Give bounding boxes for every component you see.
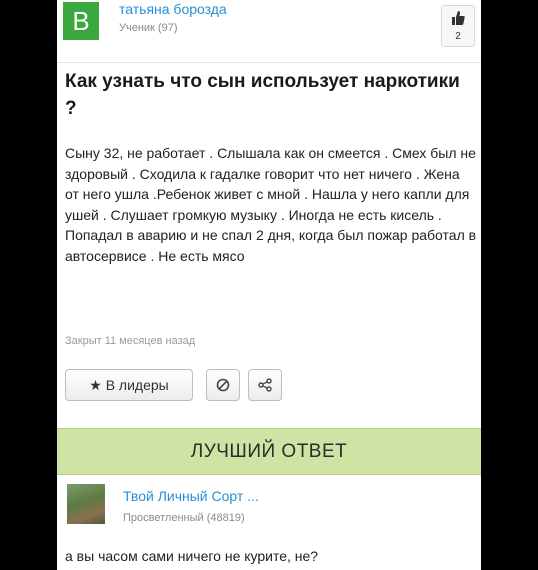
answerer-name-link[interactable]: Твой Личный Сорт ... — [123, 488, 259, 504]
answerer-avatar[interactable] — [67, 484, 105, 524]
question-title: Как узнать что сын использует наркотики … — [65, 71, 460, 119]
thumbs-up-icon — [452, 11, 465, 25]
question-header: В татьяна борозда Ученик (97) 2 — [57, 0, 481, 63]
question-closed-time: Закрыт 11 месяцев назад — [65, 335, 196, 347]
like-button[interactable]: 2 — [441, 5, 475, 47]
best-answer-text: а вы часом сами ничего не курите, не? — [65, 548, 319, 564]
block-button[interactable] — [206, 369, 240, 401]
question-body: Сыну 32, не работает . Слышала как он см… — [65, 145, 477, 264]
avatar[interactable]: В — [63, 2, 99, 40]
share-icon — [258, 378, 272, 392]
best-answer-bar: ЛУЧШИЙ ОТВЕТ — [57, 428, 481, 475]
block-icon — [216, 378, 230, 392]
share-button[interactable] — [248, 369, 282, 401]
question-card: В татьяна борозда Ученик (97) 2 Как узна… — [57, 0, 481, 570]
author-name-link[interactable]: татьяна борозда — [119, 1, 227, 17]
answerer-rank: Просветленный (48819) — [123, 512, 245, 524]
add-to-leaders-button[interactable]: ★ В лидеры — [65, 369, 193, 401]
like-count: 2 — [455, 31, 461, 42]
author-rank: Ученик (97) — [119, 22, 178, 34]
